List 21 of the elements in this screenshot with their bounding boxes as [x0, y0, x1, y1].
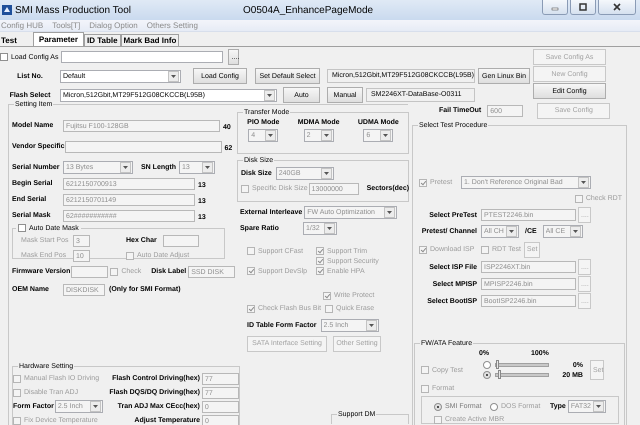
- menu-item[interactable]: Tools[T]: [52, 21, 80, 30]
- maximize-button[interactable]: [570, 0, 596, 15]
- app-icon: [2, 5, 12, 15]
- slider-thumb[interactable]: [496, 360, 499, 369]
- tab[interactable]: ID Table: [84, 34, 121, 46]
- maximize-icon: [578, 3, 588, 11]
- slider[interactable]: [495, 363, 549, 367]
- radio-button[interactable]: [483, 361, 491, 369]
- menu-item[interactable]: Config HUB: [1, 21, 44, 30]
- tab[interactable]: Parameter: [32, 32, 84, 46]
- close-button[interactable]: [598, 0, 636, 15]
- close-icon: [612, 3, 622, 11]
- slider-thumb[interactable]: [498, 370, 502, 379]
- menu-item[interactable]: Dialog Option: [89, 21, 138, 30]
- slider[interactable]: [495, 373, 549, 377]
- window-subtitle: O0504A_EnhancePageMode: [243, 4, 374, 16]
- radio-button[interactable]: [483, 371, 491, 379]
- menu-item[interactable]: Others Setting: [146, 21, 198, 30]
- window-title: SMI Mass Production Tool: [15, 4, 132, 16]
- tab[interactable]: Mark Bad Info: [120, 34, 180, 46]
- config-path-field[interactable]: [61, 51, 224, 63]
